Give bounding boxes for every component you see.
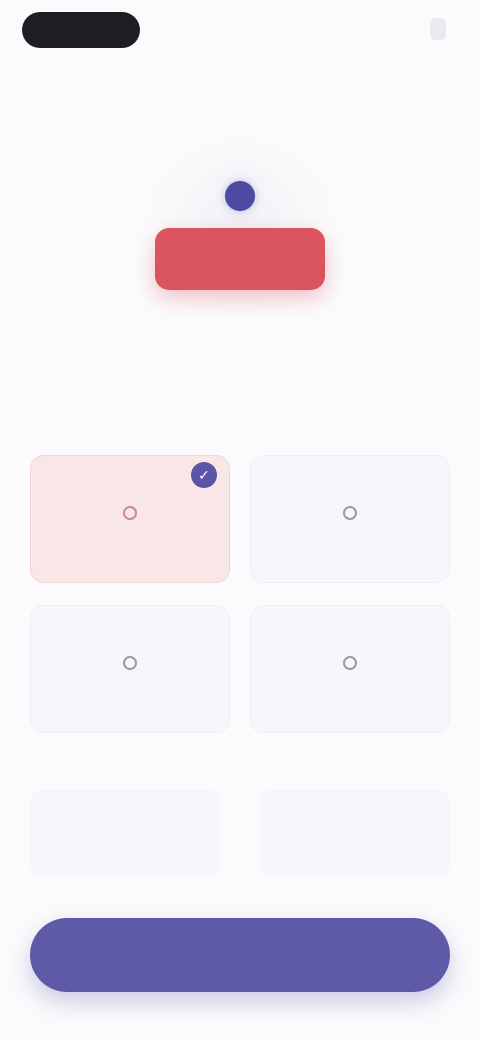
- stat-card-2: [260, 790, 450, 876]
- stats-row: [30, 790, 450, 876]
- top-left-pill-button[interactable]: [22, 12, 140, 48]
- stat-card-1: [30, 790, 220, 876]
- circle-icon: [119, 652, 141, 674]
- circle-icon: [119, 502, 141, 524]
- check-icon: ✓: [191, 462, 217, 488]
- circle-icon: [339, 652, 361, 674]
- option-card-4[interactable]: [250, 605, 450, 733]
- hero-banner: [155, 228, 325, 290]
- option-card-2[interactable]: [250, 455, 450, 583]
- option-card-1[interactable]: ✓: [30, 455, 230, 583]
- app-screen: ✓: [0, 0, 480, 1040]
- hero-avatar-dot: [225, 181, 255, 211]
- continue-button[interactable]: [30, 918, 450, 992]
- option-card-3[interactable]: [30, 605, 230, 733]
- options-grid: ✓: [30, 455, 450, 733]
- circle-icon: [339, 502, 361, 524]
- top-right-action[interactable]: [430, 18, 446, 40]
